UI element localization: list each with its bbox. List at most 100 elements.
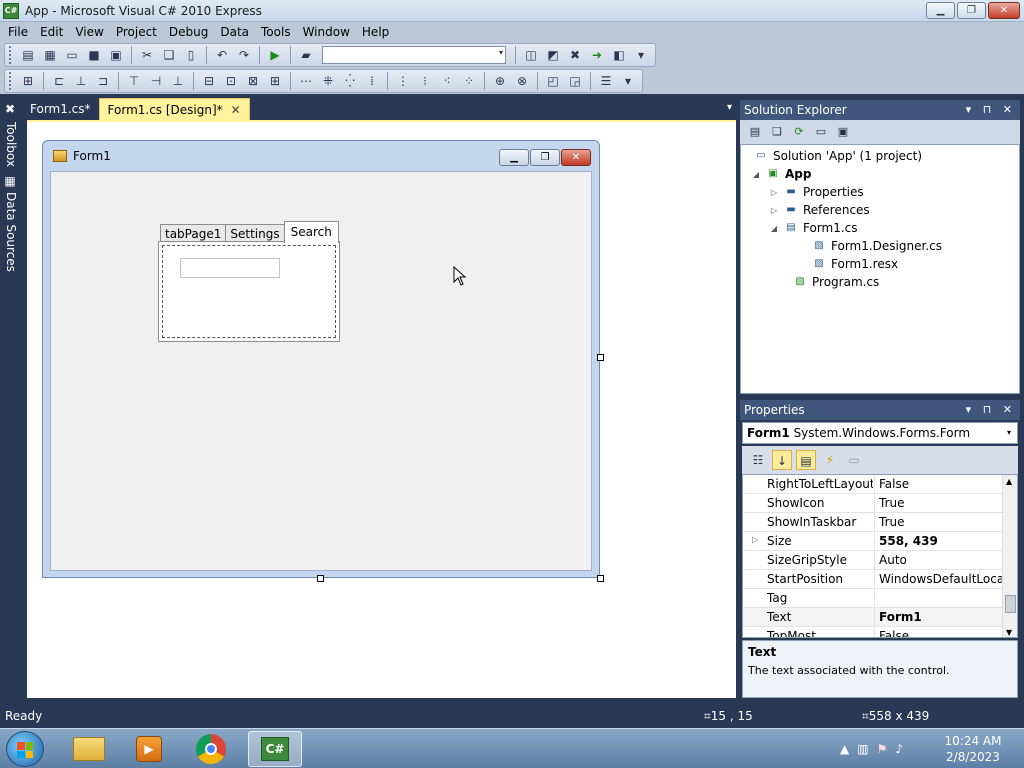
horizontal-spacing-increase-icon[interactable]: ⁜ bbox=[318, 72, 338, 90]
save-all-icon[interactable]: ▣ bbox=[106, 46, 126, 64]
tree-item-properties[interactable]: ▷ ▬ Properties bbox=[769, 183, 864, 201]
properties-view-icon[interactable]: ▤ bbox=[796, 450, 816, 470]
menu-window[interactable]: Window bbox=[297, 25, 356, 39]
property-value[interactable]: False bbox=[879, 629, 1003, 637]
toolbar-grip[interactable] bbox=[9, 72, 12, 90]
restore-button[interactable]: ❐ bbox=[957, 2, 986, 19]
find-in-files-icon[interactable]: ▰ bbox=[296, 46, 316, 64]
property-row[interactable]: ShowIcon True bbox=[743, 494, 1003, 513]
toolbox-icon[interactable]: ✖ bbox=[3, 102, 17, 116]
align-tops-icon[interactable]: ⊤ bbox=[124, 72, 144, 90]
taskbar-chrome[interactable] bbox=[184, 731, 238, 767]
menu-help[interactable]: Help bbox=[356, 25, 395, 39]
tab-form1-design[interactable]: Form1.cs [Design]* ✕ bbox=[98, 98, 250, 121]
menu-debug[interactable]: Debug bbox=[163, 25, 214, 39]
copy-icon[interactable]: ❏ bbox=[159, 46, 179, 64]
horizontal-spacing-decrease-icon[interactable]: ⁛ bbox=[340, 72, 360, 90]
property-value[interactable]: True bbox=[879, 496, 1003, 510]
chevron-down-icon[interactable]: ▾ bbox=[727, 102, 732, 113]
new-project-icon[interactable]: ▤ bbox=[18, 46, 38, 64]
property-pages-icon[interactable]: ▭ bbox=[844, 450, 864, 470]
property-value[interactable]: Form1 bbox=[879, 610, 1003, 624]
make-same-height-icon[interactable]: ⊠ bbox=[243, 72, 263, 90]
scroll-down-icon[interactable]: ▼ bbox=[1006, 628, 1012, 637]
panel-pin-icons[interactable]: ▾ ⊓ ✕ bbox=[966, 100, 1016, 120]
expand-arrow-icon[interactable]: ◢ bbox=[751, 170, 761, 179]
property-row[interactable]: SizeGripStyle Auto bbox=[743, 551, 1003, 570]
menu-project[interactable]: Project bbox=[110, 25, 163, 39]
chevron-down-icon[interactable]: ▾ bbox=[1007, 423, 1011, 443]
property-value[interactable]: WindowsDefaultLocation bbox=[879, 572, 1003, 586]
make-same-width-icon[interactable]: ⊟ bbox=[199, 72, 219, 90]
menu-data[interactable]: Data bbox=[214, 25, 255, 39]
tree-item-form1-resx[interactable]: ▧ Form1.resx bbox=[811, 255, 898, 273]
property-grid-scrollbar[interactable]: ▲ ▼ bbox=[1002, 475, 1017, 637]
menu-view[interactable]: View bbox=[69, 25, 109, 39]
align-bottoms-icon[interactable]: ⊥ bbox=[168, 72, 188, 90]
tree-item-program-cs[interactable]: ▧ Program.cs bbox=[792, 273, 879, 291]
property-value[interactable]: 558, 439 bbox=[879, 534, 1003, 548]
volume-icon[interactable]: ♪ bbox=[895, 742, 903, 756]
vertical-spacing-remove-icon[interactable]: ⁘ bbox=[459, 72, 479, 90]
categorized-icon[interactable]: ☷ bbox=[748, 450, 768, 470]
minimize-button[interactable]: ▁ bbox=[926, 2, 955, 19]
properties-window-icon[interactable]: ◩ bbox=[543, 46, 563, 64]
start-debugging-icon[interactable]: ▶ bbox=[265, 46, 285, 64]
resize-handle-right[interactable] bbox=[597, 354, 604, 361]
taskbar-explorer[interactable] bbox=[62, 731, 116, 767]
center-horizontally-icon[interactable]: ⊕ bbox=[490, 72, 510, 90]
property-row-selected[interactable]: Text Form1 bbox=[743, 608, 1003, 627]
events-icon[interactable]: ⚡ bbox=[820, 450, 840, 470]
bring-to-front-icon[interactable]: ◰ bbox=[543, 72, 563, 90]
menu-file[interactable]: File bbox=[2, 25, 34, 39]
alphabetical-icon[interactable]: ↓ bbox=[772, 450, 792, 470]
property-row[interactable]: ▷ Size 558, 439 bbox=[743, 532, 1003, 551]
tree-item-project-app[interactable]: ◢ ▣ App bbox=[751, 165, 812, 183]
property-value[interactable]: False bbox=[879, 477, 1003, 491]
open-file-icon[interactable]: ▭ bbox=[62, 46, 82, 64]
property-row[interactable]: RightToLeftLayout False bbox=[743, 475, 1003, 494]
action-center-icon[interactable]: ⚑ bbox=[877, 742, 888, 756]
refresh-icon[interactable]: ⟳ bbox=[790, 123, 808, 141]
redo-icon[interactable]: ↷ bbox=[234, 46, 254, 64]
collapse-arrow-icon[interactable]: ▷ bbox=[769, 206, 779, 215]
search-textbox[interactable] bbox=[180, 258, 280, 278]
align-rights-icon[interactable]: ⊐ bbox=[93, 72, 113, 90]
toolbox-tab[interactable]: Toolbox bbox=[2, 122, 18, 167]
show-all-files-icon[interactable]: ❏ bbox=[768, 123, 786, 141]
property-row[interactable]: ShowInTaskbar True bbox=[743, 513, 1003, 532]
toolbox-icon[interactable]: ✖ bbox=[565, 46, 585, 64]
vertical-spacing-increase-icon[interactable]: ⁝ bbox=[415, 72, 435, 90]
horizontal-spacing-remove-icon[interactable]: ⁞ bbox=[362, 72, 382, 90]
view-code-icon[interactable]: ▭ bbox=[812, 123, 830, 141]
close-button[interactable]: ✕ bbox=[988, 2, 1020, 19]
show-hidden-icons-icon[interactable]: ▲ bbox=[840, 742, 849, 756]
tree-item-references[interactable]: ▷ ▬ References bbox=[769, 201, 870, 219]
paste-icon[interactable]: ▯ bbox=[181, 46, 201, 64]
scroll-up-icon[interactable]: ▲ bbox=[1006, 477, 1012, 486]
property-row[interactable]: TopMost False bbox=[743, 627, 1003, 637]
horizontal-spacing-equal-icon[interactable]: ⋯ bbox=[296, 72, 316, 90]
taskbar-media-player[interactable]: ▶ bbox=[122, 731, 176, 767]
designed-form[interactable]: Form1 ▁ ❐ ✕ bbox=[42, 140, 600, 578]
panel-pin-icons[interactable]: ▾ ⊓ ✕ bbox=[966, 400, 1016, 420]
resize-handle-bottom[interactable] bbox=[317, 575, 324, 582]
extension-manager-icon[interactable]: ◧ bbox=[609, 46, 629, 64]
tab-form1-cs[interactable]: Form1.cs* bbox=[22, 98, 99, 120]
expand-arrow-icon[interactable]: ▷ bbox=[752, 535, 758, 544]
view-designer-icon[interactable]: ▣ bbox=[834, 123, 852, 141]
send-to-back-icon[interactable]: ◲ bbox=[565, 72, 585, 90]
close-icon[interactable]: ✕ bbox=[231, 99, 241, 121]
network-icon[interactable]: ▥ bbox=[857, 742, 868, 756]
tab-page-panel[interactable] bbox=[158, 241, 340, 342]
expand-arrow-icon[interactable]: ◢ bbox=[769, 224, 779, 233]
collapse-arrow-icon[interactable]: ▷ bbox=[769, 188, 779, 197]
align-middles-icon[interactable]: ⊣ bbox=[146, 72, 166, 90]
data-sources-icon[interactable]: ▦ bbox=[3, 174, 17, 188]
undo-icon[interactable]: ↶ bbox=[212, 46, 232, 64]
menu-edit[interactable]: Edit bbox=[34, 25, 69, 39]
property-row[interactable]: Tag bbox=[743, 589, 1003, 608]
tree-item-solution[interactable]: ▭ Solution 'App' (1 project) bbox=[753, 147, 922, 165]
properties-icon[interactable]: ▤ bbox=[746, 123, 764, 141]
resize-handle-corner[interactable] bbox=[597, 575, 604, 582]
